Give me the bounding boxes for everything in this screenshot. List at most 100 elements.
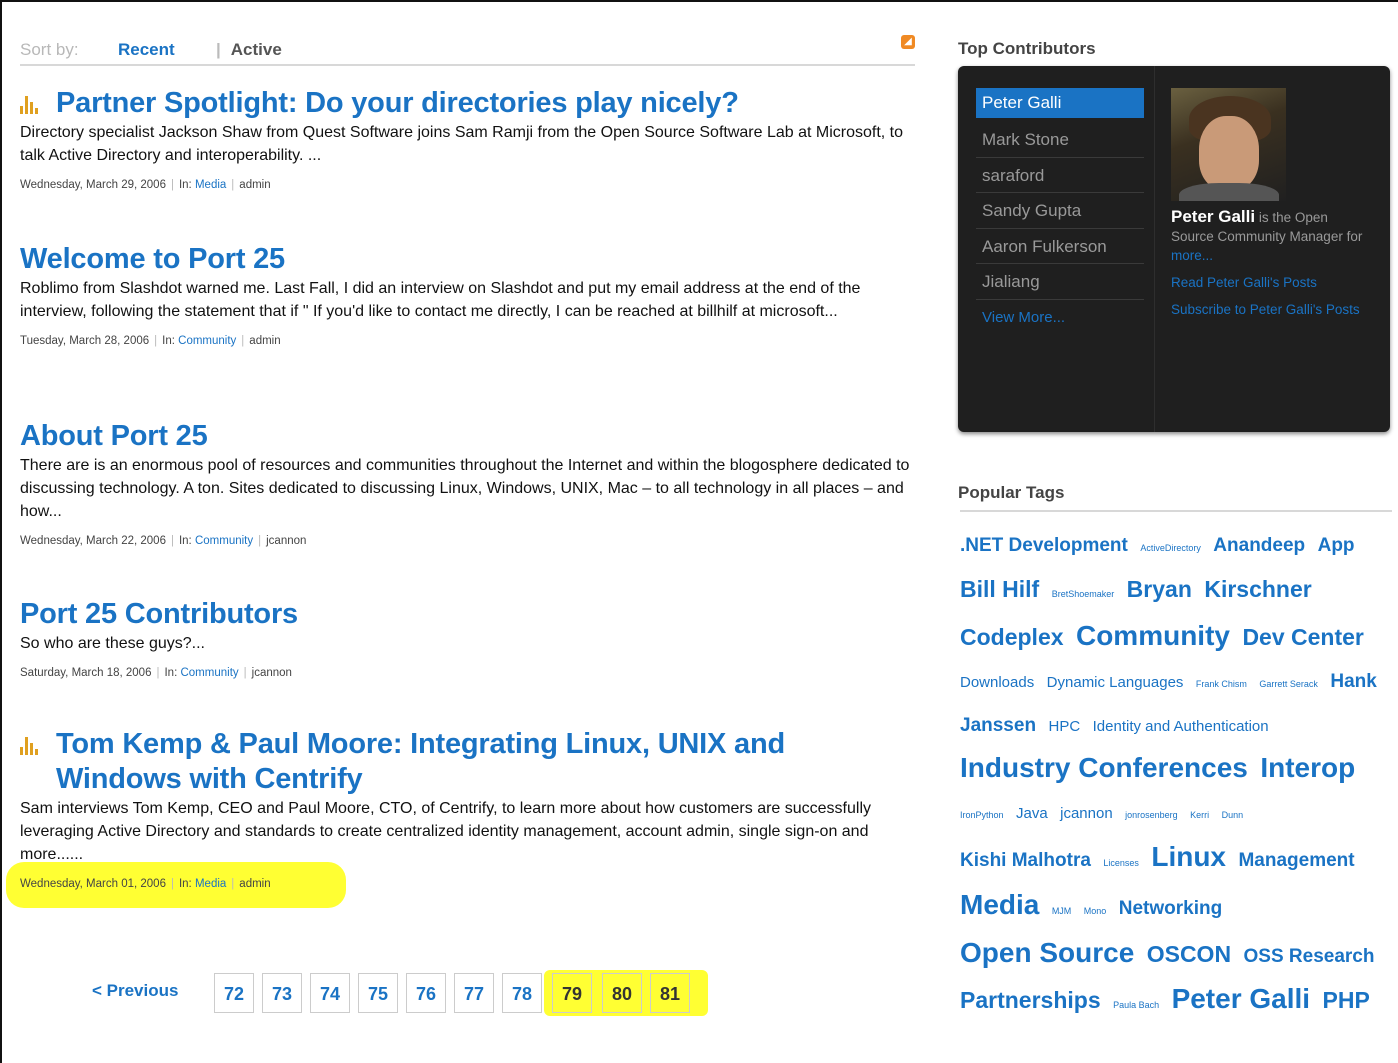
tag-link[interactable]: Media xyxy=(960,889,1039,920)
tag-link[interactable]: Dev Center xyxy=(1242,624,1363,650)
post-excerpt: Directory specialist Jackson Shaw from Q… xyxy=(20,124,904,164)
page-link[interactable]: 73 xyxy=(262,973,302,1013)
post-in-label: In: xyxy=(178,535,192,547)
view-more-link[interactable]: View More... xyxy=(976,300,1144,336)
tag-link[interactable]: BretShoemaker xyxy=(1052,589,1115,599)
post-category-link[interactable]: Community xyxy=(195,535,253,547)
tag-link[interactable]: Partnerships xyxy=(960,987,1101,1013)
tag-link[interactable]: Kishi Malhotra xyxy=(960,850,1091,871)
post-meta: Saturday, March 18, 2006 | In: Community | j… xyxy=(20,667,292,679)
tag-link[interactable]: jonrosenberg xyxy=(1125,810,1178,820)
tag-link[interactable]: Java xyxy=(1016,805,1048,822)
tag-link[interactable]: Licenses xyxy=(1103,858,1139,868)
tag-link[interactable]: jcannon xyxy=(1060,805,1113,822)
page-link[interactable]: 77 xyxy=(454,973,494,1013)
post-title-link[interactable]: About Port 25 xyxy=(20,419,915,454)
tag-link[interactable]: Bill Hilf xyxy=(960,576,1039,602)
tag-link[interactable]: Industry Conferences xyxy=(960,752,1248,783)
bio-more-link[interactable]: more... xyxy=(1171,248,1213,263)
tag-link[interactable]: App xyxy=(1318,535,1355,556)
contributor-item[interactable]: Mark Stone xyxy=(976,122,1144,158)
tag-link[interactable]: HPC xyxy=(1049,718,1081,735)
tag-link[interactable]: Linux xyxy=(1151,841,1226,872)
contributor-item[interactable]: Peter Galli xyxy=(976,88,1144,118)
post-in-label: In: xyxy=(162,335,175,347)
sort-recent-link[interactable]: Recent xyxy=(118,40,175,60)
rss-icon[interactable]: ◢ xyxy=(901,35,915,49)
post-title-link[interactable]: Welcome to Port 25 xyxy=(20,242,915,277)
tag-cloud: .NET Development ActiveDirectory Anandee… xyxy=(960,525,1392,1026)
page-link[interactable]: 81 xyxy=(650,973,690,1013)
contributor-item[interactable]: Jialiang xyxy=(976,264,1144,300)
tag-link[interactable]: Mono xyxy=(1084,906,1107,916)
post-category-link[interactable]: Community xyxy=(178,335,236,347)
tag-link[interactable]: Bryan xyxy=(1127,576,1192,602)
post-meta: Tuesday, March 28, 2006 | In: Community | ad… xyxy=(20,335,281,347)
post-category-link[interactable]: Community xyxy=(180,667,238,679)
contributor-item[interactable]: Sandy Gupta xyxy=(976,193,1144,229)
post-title-link[interactable]: Port 25 Contributors xyxy=(20,597,915,632)
post-author[interactable]: admin xyxy=(249,335,280,347)
page-link[interactable]: 80 xyxy=(602,973,642,1013)
tag-link[interactable]: ActiveDirectory xyxy=(1140,543,1201,553)
subscribe-posts-link[interactable]: Subscribe to Peter Galli's Posts xyxy=(1171,300,1371,319)
post-date: Wednesday, March 22, 2006 xyxy=(20,535,166,547)
post-author[interactable]: jcannon xyxy=(266,535,306,547)
page-link[interactable]: 72 xyxy=(214,973,254,1013)
podcast-icon xyxy=(20,96,40,114)
tag-link[interactable]: PHP xyxy=(1323,987,1370,1013)
read-posts-link[interactable]: Read Peter Galli's Posts xyxy=(1171,273,1371,292)
tag-link[interactable]: Hank xyxy=(1330,671,1376,692)
post-category-link[interactable]: Media xyxy=(195,179,226,191)
post-date: Wednesday, March 29, 2006 xyxy=(20,179,166,191)
post-in-label: In: xyxy=(178,179,192,191)
contributor-item[interactable]: saraford xyxy=(976,158,1144,193)
tag-link[interactable]: Anandeep xyxy=(1213,535,1305,556)
tag-link[interactable]: Janssen xyxy=(960,715,1036,736)
page-link[interactable]: 78 xyxy=(502,973,542,1013)
post-category-link[interactable]: Media xyxy=(195,878,226,890)
contributor-item[interactable]: Aaron Fulkerson xyxy=(976,229,1144,264)
tag-link[interactable]: IronPython xyxy=(960,810,1004,820)
tag-link[interactable]: OSS Research xyxy=(1244,946,1375,967)
tag-link[interactable]: Codeplex xyxy=(960,624,1064,650)
post-title-link[interactable]: Partner Spotlight: Do your directories p… xyxy=(20,86,915,121)
page-link[interactable]: 75 xyxy=(358,973,398,1013)
tag-link[interactable]: Interop xyxy=(1260,752,1355,783)
post-excerpt: Sam interviews Tom Kemp, CEO and Paul Mo… xyxy=(20,800,872,863)
tag-link[interactable]: MJM xyxy=(1052,906,1072,916)
sort-active-link[interactable]: | Active xyxy=(216,40,282,60)
previous-page-link[interactable]: < Previous xyxy=(92,981,178,1001)
post-date: Tuesday, March 28, 2006 xyxy=(20,335,150,347)
page-link[interactable]: 76 xyxy=(406,973,446,1013)
tag-link[interactable]: Community xyxy=(1076,620,1230,651)
tag-link[interactable]: Management xyxy=(1238,850,1354,871)
tag-link[interactable]: Downloads xyxy=(960,674,1034,691)
post-title-link[interactable]: Tom Kemp & Paul Moore: Integrating Linux… xyxy=(20,727,915,797)
contributors-list: Peter Galli Mark Stone saraford Sandy Gu… xyxy=(976,88,1144,335)
tag-link[interactable]: Frank Chism xyxy=(1196,679,1247,689)
tag-link[interactable]: Dynamic Languages xyxy=(1047,674,1184,691)
tag-link[interactable]: Identity and Authentication xyxy=(1093,718,1269,735)
tag-link[interactable]: OSCON xyxy=(1147,941,1231,967)
post-item: Partner Spotlight: Do your directories p… xyxy=(20,86,915,191)
tag-link[interactable]: .NET Development xyxy=(960,535,1128,556)
tag-link[interactable]: Dunn xyxy=(1222,810,1244,820)
tag-link[interactable]: Garrett Serack xyxy=(1259,679,1318,689)
tag-link[interactable]: Networking xyxy=(1119,898,1222,919)
podcast-icon xyxy=(20,737,40,755)
page-link[interactable]: 79 xyxy=(552,973,592,1013)
tag-link[interactable]: Paula Bach xyxy=(1113,1000,1159,1010)
post-item: Port 25 Contributors So who are these gu… xyxy=(20,597,915,679)
tag-link[interactable]: Kerri xyxy=(1190,810,1209,820)
tag-link[interactable]: Open Source xyxy=(960,937,1134,968)
post-author[interactable]: jcannon xyxy=(252,667,292,679)
post-date: Saturday, March 18, 2006 xyxy=(20,667,152,679)
tag-link[interactable]: Kirschner xyxy=(1204,576,1311,602)
post-excerpt: So who are these guys?... xyxy=(20,635,205,652)
tag-link[interactable]: Peter Galli xyxy=(1172,983,1311,1014)
sort-label: Sort by: xyxy=(20,40,79,59)
post-author[interactable]: admin xyxy=(239,878,270,890)
post-author[interactable]: admin xyxy=(239,179,270,191)
page-link[interactable]: 74 xyxy=(310,973,350,1013)
